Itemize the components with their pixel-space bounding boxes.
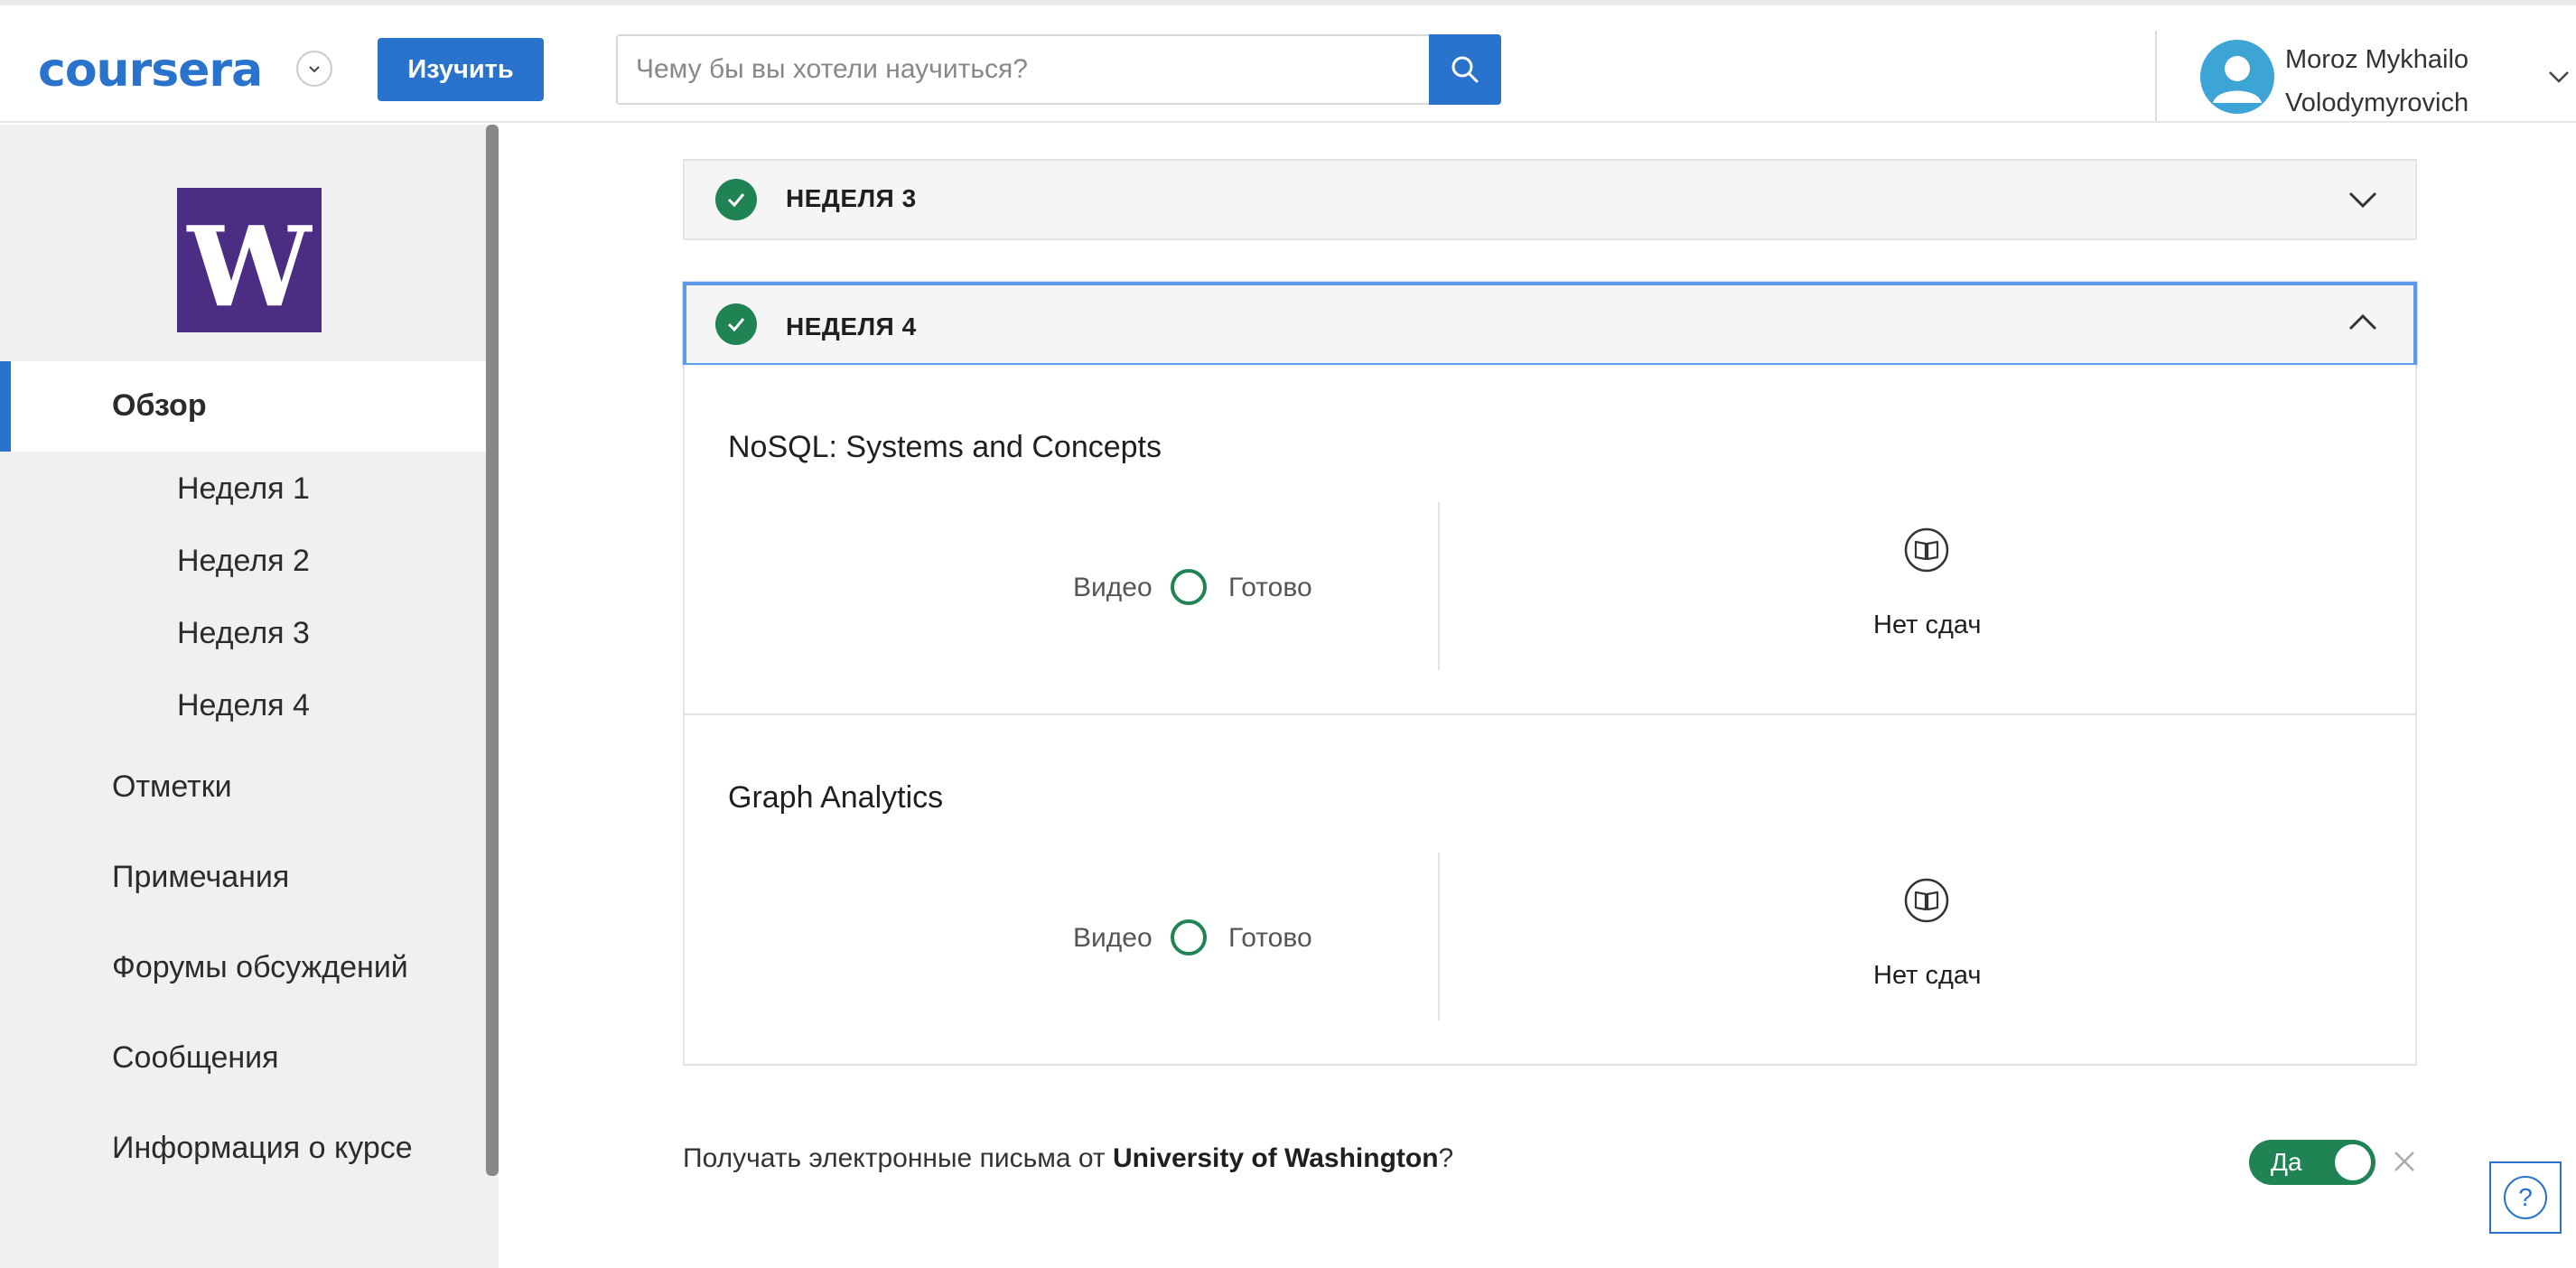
explore-button[interactable]: Изучить bbox=[378, 38, 544, 101]
sidebar-item-overview[interactable] bbox=[0, 361, 486, 452]
header-divider bbox=[2155, 31, 2157, 121]
video-label: Видео bbox=[1073, 923, 1153, 953]
week-4-content bbox=[683, 365, 2417, 1066]
avatar[interactable] bbox=[2200, 40, 2274, 114]
book-icon bbox=[1904, 527, 1949, 573]
sidebar-item-course-info[interactable]: Информация о курсе bbox=[112, 1131, 413, 1166]
sidebar-item-week-2[interactable]: Неделя 2 bbox=[177, 544, 310, 579]
progress-ring-icon bbox=[1171, 919, 1207, 956]
close-icon[interactable] bbox=[2390, 1147, 2419, 1176]
user-name[interactable]: Moroz Mykhailo Volodymyrovich bbox=[2285, 38, 2469, 125]
lesson-divider bbox=[683, 713, 2417, 715]
week-4-accordion[interactable]: НЕДЕЛЯ 4 bbox=[683, 282, 2417, 367]
submissions-label: Нет сдач bbox=[1873, 961, 1982, 990]
search-input[interactable]: Чему бы вы хотели научиться? bbox=[616, 34, 1429, 105]
lesson-title[interactable]: NoSQL: Systems and Concepts bbox=[728, 430, 1162, 465]
email-toggle[interactable]: Да bbox=[2249, 1140, 2375, 1185]
top-header: coursera Изучить Чему бы вы хотели научи… bbox=[0, 0, 2576, 123]
coursera-logo[interactable]: coursera bbox=[38, 43, 263, 98]
email-prompt-prefix: Получать электронные письма от bbox=[683, 1143, 1113, 1173]
sidebar-item-grades[interactable]: Отметки bbox=[112, 769, 232, 805]
week-3-accordion[interactable]: НЕДЕЛЯ 3 bbox=[683, 159, 2417, 240]
university-name: University of Washington bbox=[1112, 1143, 1439, 1173]
sidebar-item-forums[interactable]: Форумы обсуждений bbox=[112, 950, 408, 985]
submissions-label: Нет сдач bbox=[1873, 611, 1982, 639]
search-button[interactable] bbox=[1429, 34, 1501, 105]
week-title: НЕДЕЛЯ 3 bbox=[786, 184, 917, 212]
sidebar-item-notes[interactable]: Примечания bbox=[112, 860, 289, 895]
user-icon bbox=[2213, 56, 2262, 103]
university-logo: W bbox=[177, 188, 322, 332]
column-divider bbox=[1438, 853, 1440, 1021]
book-icon bbox=[1904, 878, 1949, 923]
toggle-knob bbox=[2335, 1144, 2371, 1180]
user-name-line1: Moroz Mykhailo bbox=[2285, 45, 2469, 74]
chevron-down-icon[interactable] bbox=[2547, 69, 2571, 85]
help-button[interactable]: ? bbox=[2489, 1161, 2562, 1234]
status-label: Готово bbox=[1228, 573, 1312, 602]
sidebar-item-messages[interactable]: Сообщения bbox=[112, 1040, 279, 1076]
sidebar-item-overview-label[interactable]: Обзор bbox=[112, 388, 207, 424]
check-icon bbox=[715, 303, 757, 345]
email-prompt-suffix: ? bbox=[1438, 1143, 1454, 1173]
search-icon bbox=[1451, 56, 1479, 83]
video-label: Видео bbox=[1073, 573, 1153, 602]
progress-ring-icon bbox=[1171, 569, 1207, 605]
toggle-label: Да bbox=[2271, 1148, 2302, 1176]
sidebar-item-week-3[interactable]: Неделя 3 bbox=[177, 616, 310, 651]
status-label: Готово bbox=[1228, 923, 1312, 953]
help-icon: ? bbox=[2504, 1176, 2547, 1219]
column-divider bbox=[1438, 502, 1440, 670]
sidebar-item-week-4[interactable]: Неделя 4 bbox=[177, 688, 310, 723]
university-logo-letter: W bbox=[187, 201, 312, 331]
week-title: НЕДЕЛЯ 4 bbox=[786, 312, 917, 340]
sidebar-item-week-1[interactable]: Неделя 1 bbox=[177, 471, 310, 507]
lesson-title[interactable]: Graph Analytics bbox=[728, 780, 943, 816]
sidebar-scrollbar[interactable] bbox=[486, 125, 499, 1176]
chevron-down-icon[interactable] bbox=[2347, 186, 2379, 211]
chevron-up-icon[interactable] bbox=[2347, 311, 2379, 336]
user-name-line2: Volodymyrovich bbox=[2285, 89, 2469, 117]
chevron-down-icon[interactable] bbox=[296, 51, 332, 87]
email-prompt: Получать электронные письма от Universit… bbox=[683, 1143, 1453, 1174]
check-icon bbox=[715, 179, 757, 220]
